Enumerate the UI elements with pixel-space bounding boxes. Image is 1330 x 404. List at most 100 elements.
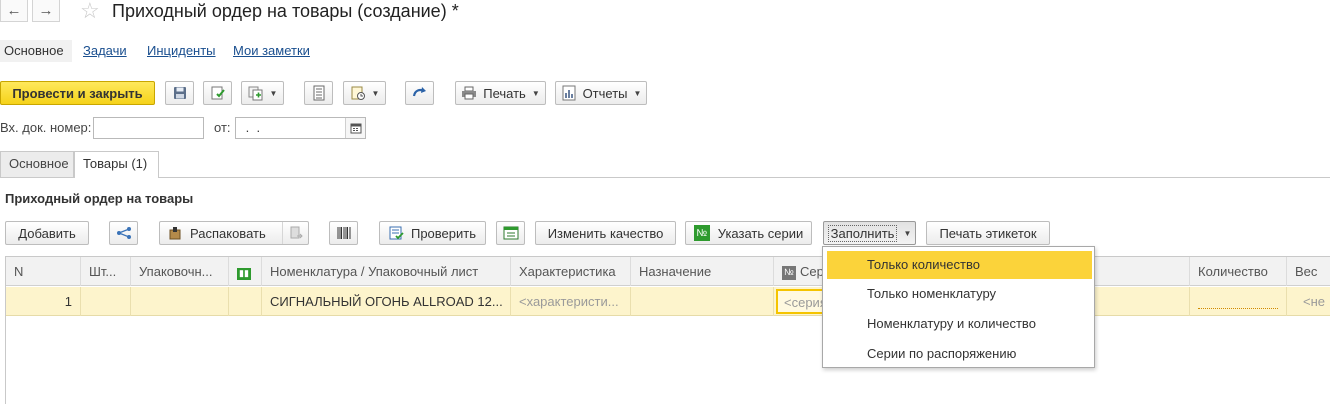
goods-table: N Шт... Упаковочн... ▮▮ Номенклатура / У… [5, 256, 1330, 404]
calendar-button[interactable] [345, 118, 365, 138]
print-label: Печать [483, 85, 526, 101]
cell-weight[interactable]: <не [1287, 287, 1330, 316]
set-series-button[interactable]: № Указать серии [685, 221, 812, 245]
cell-pcs[interactable] [81, 287, 131, 316]
fill-label: Заполнить [827, 224, 898, 242]
calendar-icon [350, 123, 361, 134]
column-header-n[interactable]: N [6, 257, 81, 286]
section-tab-main[interactable]: Основное [0, 40, 72, 62]
reports-button[interactable]: Отчеты ▼ [555, 81, 647, 105]
quantity-input[interactable] [1198, 293, 1278, 309]
reports-label: Отчеты [582, 85, 628, 101]
post-document-icon [211, 86, 225, 100]
section-tab-incidents[interactable]: Инциденты [147, 40, 216, 62]
cell-n[interactable]: 1 [6, 287, 81, 316]
barcode-icon [337, 227, 350, 239]
cell-quantity[interactable] [1190, 287, 1287, 316]
change-quality-label: Изменить качество [547, 225, 664, 241]
chevron-down-icon: ▼ [531, 88, 540, 98]
redirect-arrow-icon [412, 87, 426, 97]
cell-characteristic[interactable]: <характеристи... [511, 287, 631, 316]
document-list-button[interactable] [304, 81, 333, 105]
document-arrow-icon [290, 226, 303, 239]
menu-item-only-quantity[interactable]: Только количество [827, 251, 1092, 279]
chevron-down-icon: ▼ [633, 88, 642, 98]
cell-marking[interactable] [229, 287, 262, 316]
table-header: N Шт... Упаковочн... ▮▮ Номенклатура / У… [6, 257, 1330, 286]
number-sign-icon: № [782, 265, 796, 280]
print-labels-label: Печать этикеток [939, 225, 1037, 241]
column-header-quantity[interactable]: Количество [1190, 257, 1287, 286]
set-series-label: Указать серии [717, 225, 804, 241]
print-button[interactable]: Печать ▼ [455, 81, 546, 105]
create-based-icon [248, 86, 263, 101]
fill-dropdown-menu: Только количество Только номенклатуру Но… [822, 246, 1095, 368]
printer-icon [462, 86, 477, 100]
marking-icon: ▮▮ [237, 267, 251, 280]
favorite-star-icon[interactable]: ☆ [80, 0, 100, 22]
list-icon [313, 85, 324, 101]
menu-item-series-by-order[interactable]: Серии по распоряжению [827, 340, 1092, 368]
page-title: Приходный ордер на товары (создание) * [112, 1, 459, 21]
chevron-down-icon: ▼ [903, 228, 912, 238]
menu-item-nomenclature-and-quantity[interactable]: Номенклатуру и количество [827, 310, 1092, 338]
post-and-close-label: Провести и закрыть [12, 85, 143, 101]
in-doc-number-label: Вх. док. номер: [0, 120, 92, 135]
unpack-label: Распаковать [190, 225, 266, 241]
active-tab-gap [75, 176, 158, 178]
group-title: Приходный ордер на товары [5, 191, 194, 206]
cell-nomenclature[interactable]: СИГНАЛЬНЫЙ ОГОНЬ ALLROAD 12... [262, 287, 511, 316]
in-doc-number-field[interactable] [93, 117, 204, 139]
chevron-down-icon: ▼ [371, 88, 380, 98]
date-label: от: [214, 120, 231, 135]
cell-purpose[interactable] [631, 287, 774, 316]
date-value: . . [242, 120, 264, 135]
quality-button[interactable] [496, 221, 525, 245]
section-tab-notes[interactable]: Мои заметки [233, 40, 310, 62]
save-icon [173, 87, 186, 99]
table-row[interactable]: 1 СИГНАЛЬНЫЙ ОГОНЬ ALLROAD 12... <характ… [6, 287, 1330, 316]
check-label: Проверить [410, 225, 476, 241]
unpack-extra-part[interactable] [282, 222, 308, 244]
arrow-right-icon: → [38, 2, 54, 19]
quality-table-icon [503, 226, 518, 240]
cell-pack[interactable] [131, 287, 229, 316]
add-label: Добавить [18, 225, 76, 241]
tab-main[interactable]: Основное [0, 151, 74, 177]
column-header-purpose[interactable]: Назначение [631, 257, 774, 286]
save-button[interactable] [165, 81, 194, 105]
tab-goods[interactable]: Товары (1) [74, 151, 159, 178]
barcode-button[interactable] [329, 221, 358, 245]
check-button[interactable]: Проверить [379, 221, 486, 245]
add-row-button[interactable]: Добавить [5, 221, 89, 245]
split-icon [116, 227, 131, 239]
fill-button[interactable]: Заполнить ▼ [823, 221, 916, 245]
column-header-pack[interactable]: Упаковочн... [131, 257, 229, 286]
column-header-marking[interactable]: ▮▮ [229, 257, 262, 286]
arrow-left-icon: ← [6, 2, 22, 19]
forward-button[interactable]: → [32, 0, 60, 22]
series-header-label: Сер [800, 264, 824, 279]
back-button[interactable]: ← [0, 0, 28, 22]
post-and-close-button[interactable]: Провести и закрыть [0, 81, 155, 105]
menu-item-only-nomenclature[interactable]: Только номенклатуру [827, 280, 1092, 308]
post-button[interactable] [203, 81, 232, 105]
print-labels-button[interactable]: Печать этикеток [926, 221, 1050, 245]
split-row-button[interactable] [109, 221, 138, 245]
go-to-button[interactable] [405, 81, 434, 105]
column-header-characteristic[interactable]: Характеристика [511, 257, 631, 286]
number-sign-icon: № [693, 225, 710, 241]
section-tab-tasks[interactable]: Задачи [83, 40, 127, 62]
tab-divider [0, 177, 1330, 178]
related-documents-button[interactable]: ▼ [343, 81, 386, 105]
column-header-weight[interactable]: Вес [1287, 257, 1330, 286]
chevron-down-icon: ▼ [269, 88, 278, 98]
column-header-nomenclature[interactable]: Номенклатура / Упаковочный лист [262, 257, 511, 286]
change-quality-button[interactable]: Изменить качество [535, 221, 676, 245]
check-document-icon [389, 226, 404, 240]
box-icon [169, 227, 181, 240]
unpack-button[interactable]: Распаковать [159, 221, 309, 245]
create-based-on-button[interactable]: ▼ [241, 81, 284, 105]
column-header-pcs[interactable]: Шт... [81, 257, 131, 286]
reports-icon [562, 85, 576, 101]
